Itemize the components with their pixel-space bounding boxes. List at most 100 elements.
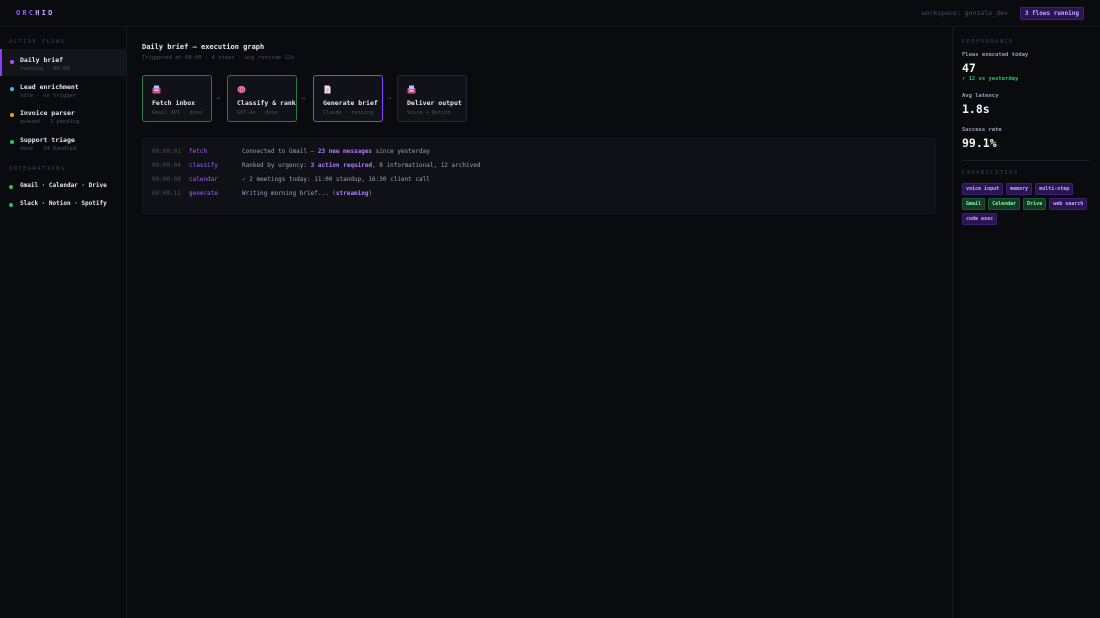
main-panel: Daily brief — execution graph Triggered … xyxy=(127,27,952,618)
stat-success-rate: Success rate 99.1% xyxy=(962,127,1002,150)
integration-item-google[interactable]: Gmail · Calendar · Drive xyxy=(0,177,126,195)
flow-item-invoice-parser[interactable]: Invoice parser queued · 3 pending xyxy=(0,102,126,129)
log-timestamp: 08:00:08 xyxy=(152,176,181,183)
capability-tag[interactable]: Gmail xyxy=(962,198,986,210)
stat-value: 47 xyxy=(962,61,976,75)
status-dot xyxy=(9,184,13,189)
flow-item-daily-brief[interactable]: Daily brief running · 00:00 xyxy=(0,49,126,76)
log-line: 08:00:11 generate Writing morning brief.… xyxy=(143,190,935,204)
log-message: ✓ 2 meetings today: 11:00 standup, 16:30… xyxy=(242,176,430,183)
log-line: 08:00:08 calendar ✓ 2 meetings today: 11… xyxy=(143,176,935,190)
flow-name: Invoice parser xyxy=(20,109,75,117)
stat-label: Avg latency xyxy=(962,93,999,99)
flow-status: done · 14 handled xyxy=(20,145,77,152)
flow-item-support-triage[interactable]: Support triage done · 14 handled xyxy=(0,129,126,156)
log-timestamp: 08:00:04 xyxy=(152,162,181,169)
flow-status: queued · 3 pending xyxy=(20,119,80,125)
status-dot xyxy=(9,202,13,207)
log-timestamp: 08:00:01 xyxy=(152,148,181,155)
log-message: Ranked by urgency: 3 action required, 8 … xyxy=(242,162,480,169)
divider xyxy=(962,160,1090,161)
execution-log[interactable]: 08:00:01 fetch Connected to Gmail — 23 n… xyxy=(142,138,936,214)
log-text: Writing morning brief... ( xyxy=(242,190,336,197)
document-icon xyxy=(323,85,332,94)
capabilities-list: voice input memory multi-step Gmail Cale… xyxy=(962,183,1094,225)
integration-list: Gmail · Calendar · Drive Slack · Notion … xyxy=(0,177,126,213)
performance-label: PERFORMANCE xyxy=(962,39,1014,45)
outbox-icon xyxy=(407,85,416,94)
app-logo[interactable]: ORCHID xyxy=(16,9,55,17)
log-text: Ranked by urgency: xyxy=(242,162,311,169)
log-line: 08:00:04 classify Ranked by urgency: 3 a… xyxy=(143,162,935,176)
node-status: Claude · running xyxy=(323,110,373,116)
flow-name: Lead enrichment xyxy=(20,82,79,91)
flow-name: Daily brief xyxy=(20,56,64,64)
log-message: Writing morning brief... (streaming) xyxy=(242,190,372,197)
inbox-icon xyxy=(152,85,161,94)
log-text: 2 meetings today: 11:00 standup, 16:30 c… xyxy=(245,176,430,183)
log-step: fetch xyxy=(189,148,208,155)
log-highlight: 23 new messages xyxy=(317,148,373,155)
capability-tag[interactable]: Drive xyxy=(1023,198,1047,210)
stat-flows-executed: Flows executed today 47 ↑ 12 vs yesterda… xyxy=(962,52,1028,82)
flows-running-badge[interactable]: 3 flows running xyxy=(1019,6,1084,20)
flow-status: running · 00:00 xyxy=(20,66,70,72)
log-highlight: 3 action required xyxy=(310,162,373,169)
node-fetch-inbox[interactable]: Fetch inbox Gmail API · done xyxy=(142,75,212,122)
capability-tag[interactable]: multi-step xyxy=(1035,183,1074,195)
logo-part-b: HID xyxy=(35,9,55,17)
log-line: 08:00:01 fetch Connected to Gmail — 23 n… xyxy=(143,148,935,162)
arrow-icon: → xyxy=(216,94,221,102)
node-status: Voice + Notion xyxy=(407,110,451,116)
sidebar: ACTIVE FLOWS Daily brief running · 00:00… xyxy=(0,27,127,618)
flow-item-lead-enrichment[interactable]: Lead enrichment idle · on trigger xyxy=(0,76,126,103)
status-dot xyxy=(10,86,14,91)
page-title: Daily brief — execution graph xyxy=(142,43,265,51)
page-subtitle: Triggered at 08:00 · 4 steps · avg runti… xyxy=(142,55,295,61)
brain-icon xyxy=(237,85,246,94)
node-title: Deliver output xyxy=(407,99,462,107)
status-dot xyxy=(10,113,14,117)
node-title: Fetch inbox xyxy=(152,99,196,107)
node-status: GPT-4o · done xyxy=(237,110,278,116)
active-flows-label: ACTIVE FLOWS xyxy=(9,39,66,45)
node-status: Gmail API · done xyxy=(152,110,202,116)
stat-value: 99.1% xyxy=(962,136,997,150)
stat-avg-latency: Avg latency 1.8s xyxy=(962,93,998,116)
status-dot xyxy=(10,60,14,64)
node-classify-rank[interactable]: Classify & rank GPT-4o · done xyxy=(227,75,297,122)
log-text: since yesterday xyxy=(372,148,430,155)
node-deliver-output[interactable]: Deliver output Voice + Notion xyxy=(397,75,467,122)
workspace-label[interactable]: workspace: gonzalo_dev xyxy=(922,9,1008,17)
node-generate-brief[interactable]: Generate brief Claude · running xyxy=(313,75,383,122)
capabilities-label: CAPABILITIES xyxy=(962,170,1019,176)
capability-tag[interactable]: web search xyxy=(1049,198,1088,210)
stat-label: Flows executed today xyxy=(962,52,1029,58)
log-text: Connected to Gmail — xyxy=(242,148,318,155)
log-step: generate xyxy=(189,190,218,197)
log-step: classify xyxy=(189,162,218,169)
capability-tag[interactable]: memory xyxy=(1006,183,1033,195)
log-text: , 8 informational, 12 archived xyxy=(372,162,481,169)
stat-delta: ↑ 12 vs yesterday xyxy=(962,76,1019,82)
top-right-group: workspace: gonzalo_dev 3 flows running xyxy=(922,6,1084,20)
node-title: Classify & rank xyxy=(237,99,296,107)
top-bar: ORCHID workspace: gonzalo_dev 3 flows ru… xyxy=(0,0,1100,27)
flow-name: Support triage xyxy=(20,135,75,144)
right-panel: PERFORMANCE Flows executed today 47 ↑ 12… xyxy=(952,27,1100,618)
log-timestamp: 08:00:11 xyxy=(152,190,181,197)
integrations-label: INTEGRATIONS xyxy=(9,166,66,172)
node-title: Generate brief xyxy=(323,99,378,107)
log-message: Connected to Gmail — 23 new messages sin… xyxy=(242,148,430,155)
flow-status: idle · on trigger xyxy=(20,92,77,99)
arrow-icon: → xyxy=(301,94,306,102)
capability-tag[interactable]: code exec xyxy=(962,213,998,225)
capability-tag[interactable]: voice input xyxy=(962,183,1004,195)
log-text: ) xyxy=(368,190,373,197)
integration-item-apps[interactable]: Slack · Notion · Spotify xyxy=(0,195,126,213)
capability-tag[interactable]: Calendar xyxy=(988,198,1021,210)
stat-label: Success rate xyxy=(962,127,1002,133)
logo-part-a: ORC xyxy=(16,9,36,17)
integration-name: Slack · Notion · Spotify xyxy=(20,200,107,207)
arrow-icon: → xyxy=(387,94,392,102)
